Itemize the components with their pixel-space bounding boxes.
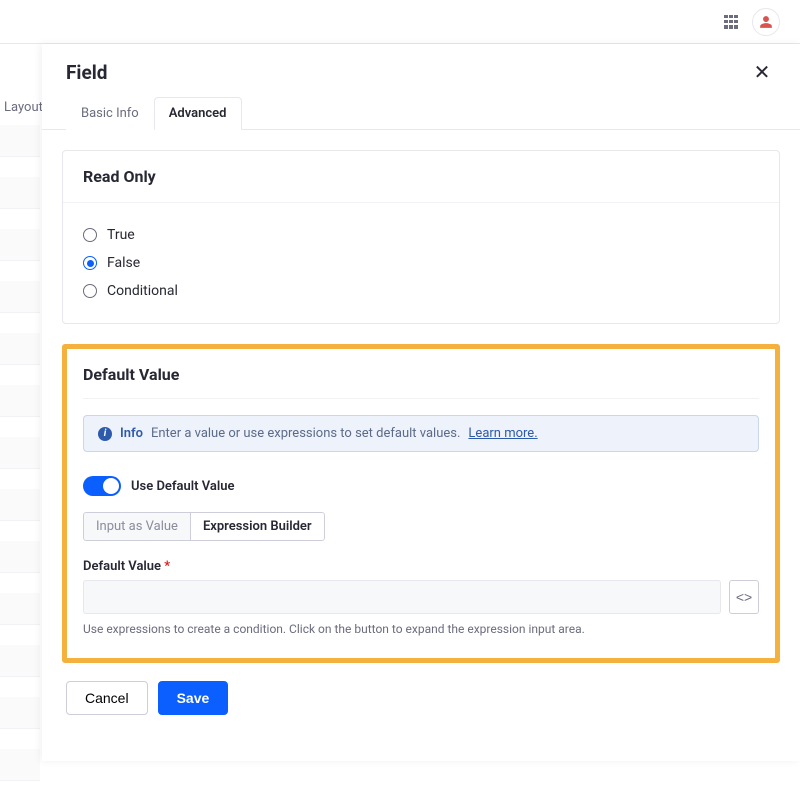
bg-row [0, 229, 40, 261]
radio-icon [83, 256, 97, 270]
radio-conditional[interactable]: Conditional [83, 277, 759, 305]
default-value-section: Default Value i Info Enter a value or us… [62, 344, 780, 663]
help-text: Use expressions to create a condition. C… [83, 622, 759, 636]
info-text: Enter a value or use expressions to set … [151, 426, 460, 441]
save-button[interactable]: Save [158, 681, 229, 715]
bg-row [0, 593, 40, 625]
radio-true[interactable]: True [83, 221, 759, 249]
bg-row [0, 645, 40, 677]
bg-row [0, 489, 40, 521]
learn-more-link[interactable]: Learn more. [468, 426, 537, 441]
close-button[interactable]: ✕ [748, 58, 776, 86]
read-only-header: Read Only [63, 151, 779, 203]
bg-row [0, 749, 40, 781]
bg-row [0, 177, 40, 209]
info-label: Info [120, 426, 143, 441]
apps-icon[interactable] [724, 15, 738, 29]
bg-row [0, 697, 40, 729]
mode-input-as-value[interactable]: Input as Value [83, 512, 190, 541]
background-partial: Layouts [0, 100, 40, 801]
mode-expression-builder[interactable]: Expression Builder [190, 512, 325, 541]
default-value-input-row: <> [83, 580, 759, 614]
radio-false[interactable]: False [83, 249, 759, 277]
default-value-input[interactable] [83, 580, 721, 614]
read-only-title: Read Only [83, 167, 759, 186]
code-icon: <> [736, 589, 752, 605]
user-avatar[interactable] [752, 8, 780, 36]
radio-label: False [107, 255, 140, 271]
tab-basic-info[interactable]: Basic Info [66, 97, 154, 130]
panel-title: Field [66, 61, 107, 84]
bg-row [0, 437, 40, 469]
default-value-field-label: Default Value * [83, 559, 759, 574]
field-label-text: Default Value [83, 559, 161, 574]
footer-buttons: Cancel Save [62, 681, 780, 715]
bg-row [0, 125, 40, 157]
info-icon: i [98, 427, 112, 441]
radio-label: True [107, 227, 135, 243]
use-default-label: Use Default Value [131, 479, 235, 494]
tab-advanced[interactable]: Advanced [154, 97, 242, 130]
read-only-body: True False Conditional [63, 203, 779, 323]
radio-icon [83, 284, 97, 298]
user-icon [759, 15, 773, 29]
global-topbar [0, 0, 800, 44]
bg-row [0, 541, 40, 573]
use-default-toggle[interactable] [83, 476, 121, 496]
close-icon: ✕ [754, 60, 771, 85]
expand-expression-button[interactable]: <> [729, 580, 759, 614]
use-default-toggle-row: Use Default Value [83, 476, 759, 496]
default-value-title: Default Value [83, 363, 759, 399]
side-panel: Field ✕ Basic Info Advanced Read Only Tr… [42, 44, 800, 761]
bg-row [0, 333, 40, 365]
mode-segmented: Input as Value Expression Builder [83, 512, 325, 541]
bg-row [0, 385, 40, 417]
read-only-card: Read Only True False Conditional [62, 150, 780, 324]
radio-label: Conditional [107, 283, 178, 299]
radio-icon [83, 228, 97, 242]
required-star: * [164, 559, 170, 574]
cancel-button[interactable]: Cancel [66, 681, 148, 715]
bg-row [0, 281, 40, 313]
panel-body: Read Only True False Conditional Default… [42, 130, 800, 761]
tab-bar: Basic Info Advanced [42, 96, 800, 130]
info-alert: i Info Enter a value or use expressions … [83, 415, 759, 452]
layouts-label: Layouts [0, 100, 40, 125]
panel-header: Field ✕ [42, 44, 800, 96]
